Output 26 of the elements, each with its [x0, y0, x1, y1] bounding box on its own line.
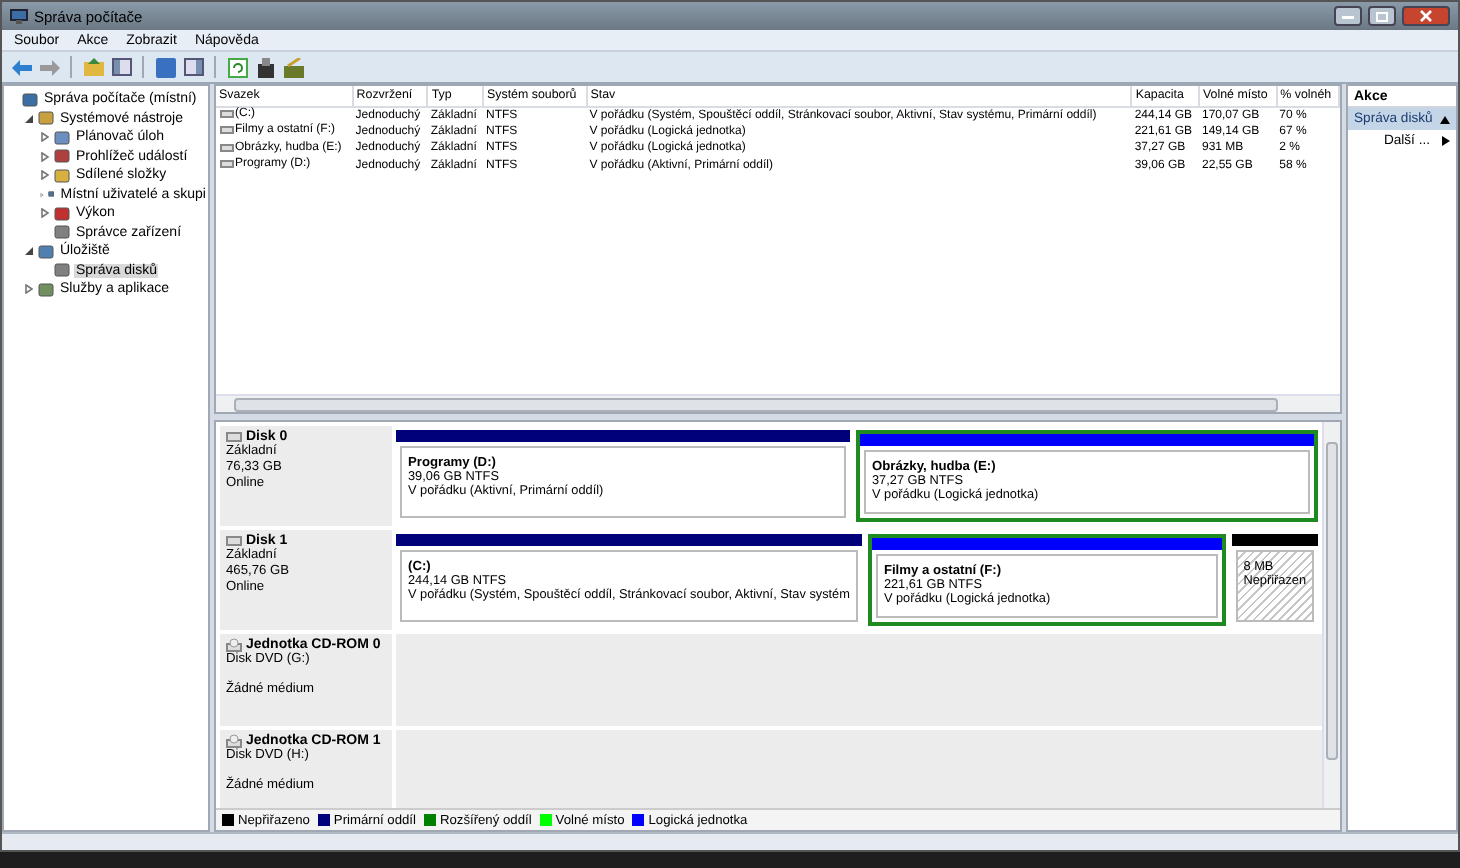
back-button[interactable]	[10, 56, 32, 78]
collapse-icon[interactable]	[1440, 115, 1450, 123]
collapsed-arrow-icon[interactable]	[40, 189, 45, 200]
disk-drive-icon	[226, 432, 242, 442]
close-icon	[1420, 10, 1432, 22]
horizontal-scrollbar[interactable]	[216, 394, 1340, 412]
expanded-arrow-icon[interactable]	[24, 246, 34, 257]
collapsed-arrow-icon[interactable]	[24, 284, 34, 295]
collapsed-arrow-icon[interactable]	[40, 170, 50, 181]
expanded-arrow-icon[interactable]	[24, 113, 34, 124]
minimize-button[interactable]	[1334, 6, 1362, 26]
maximize-button[interactable]	[1368, 6, 1396, 26]
folder-up-button[interactable]	[82, 56, 104, 78]
collapsed-arrow-icon[interactable]	[40, 151, 50, 162]
maximize-icon	[1376, 11, 1388, 21]
close-button[interactable]	[1402, 6, 1450, 26]
refresh-button[interactable]	[226, 56, 248, 78]
show-pane-button[interactable]	[182, 56, 204, 78]
vertical-scrollbar[interactable]	[1322, 422, 1340, 808]
collapsed-arrow-icon[interactable]	[40, 208, 50, 219]
minimize-icon	[1342, 12, 1354, 20]
show-pane-button[interactable]	[110, 56, 132, 78]
collapsed-arrow-icon[interactable]	[40, 132, 50, 143]
submenu-arrow-icon	[1442, 136, 1450, 146]
disk-drive-icon	[226, 536, 242, 546]
forward-button[interactable]	[38, 56, 60, 78]
